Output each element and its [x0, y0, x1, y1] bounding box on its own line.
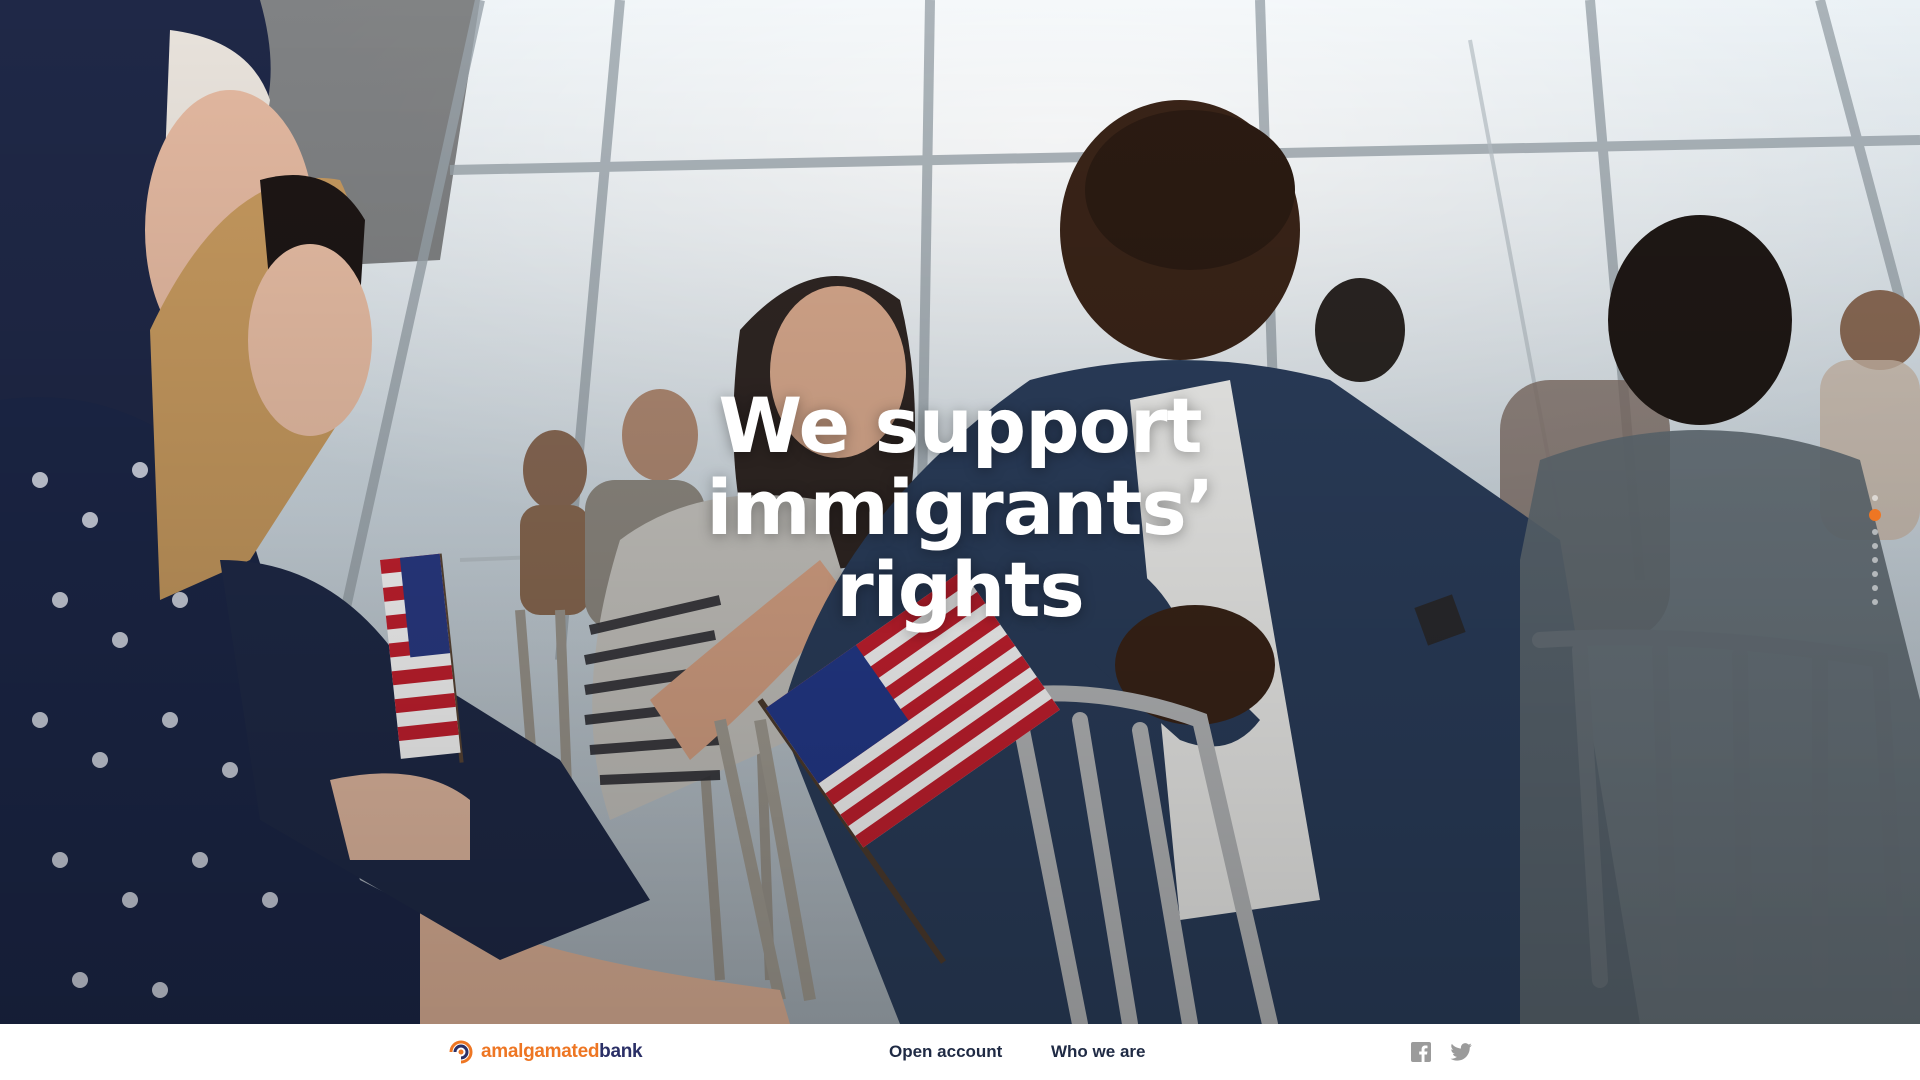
logo-word-bank: bank: [599, 1041, 643, 1062]
hero-headline-line-2: immigrants’: [706, 463, 1214, 552]
hero-section: We support immigrants’ rights: [0, 0, 1920, 1024]
slide-dot-2[interactable]: [1869, 509, 1881, 521]
hero-headline-line-3: rights: [836, 545, 1085, 634]
who-we-are-link[interactable]: Who we are: [1051, 1042, 1145, 1062]
logo-word-amalgamated: amalgamated: [481, 1041, 600, 1062]
slide-dot-5[interactable]: [1872, 557, 1878, 563]
nav-open-account: Open account: [889, 1024, 1002, 1080]
facebook-icon[interactable]: [1410, 1042, 1432, 1062]
twitter-icon[interactable]: [1450, 1042, 1472, 1062]
page: We support immigrants’ rights amalgamate…: [0, 0, 1920, 1080]
logo-text: amalgamatedbank: [481, 1041, 643, 1063]
nav-who-we-are: Who we are: [1051, 1024, 1145, 1080]
hero-headline: We support immigrants’ rights: [660, 385, 1260, 631]
logo-mark-icon: [449, 1040, 473, 1064]
slide-dot-1[interactable]: [1872, 495, 1878, 501]
slide-dot-3[interactable]: [1872, 529, 1878, 535]
slide-dot-7[interactable]: [1872, 585, 1878, 591]
hero-headline-line-1: We support: [718, 381, 1202, 470]
slide-dot-4[interactable]: [1872, 543, 1878, 549]
slide-dot-8[interactable]: [1872, 599, 1878, 605]
open-account-link[interactable]: Open account: [889, 1042, 1002, 1062]
footer-bar: amalgamatedbank Open account Who we are: [0, 1024, 1920, 1080]
amalgamated-bank-logo[interactable]: amalgamatedbank: [447, 1038, 643, 1066]
slide-dot-6[interactable]: [1872, 571, 1878, 577]
slide-pagination: [1868, 495, 1882, 605]
